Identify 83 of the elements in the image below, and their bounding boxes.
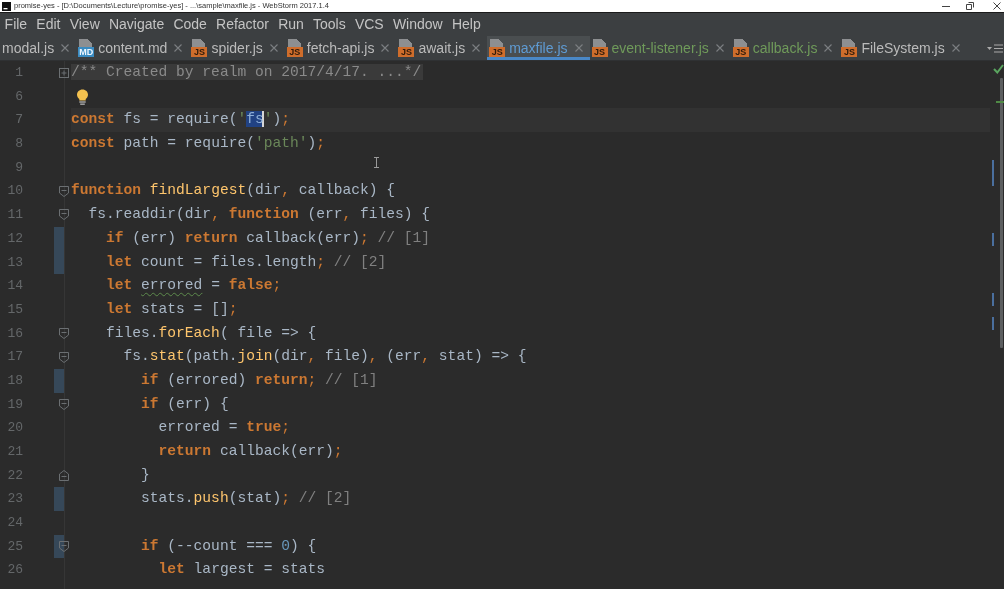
file-icon: JS	[489, 39, 506, 57]
fold-end-icon[interactable]	[59, 470, 69, 482]
line-number: 13	[7, 253, 23, 272]
editor-tab[interactable]: JS callback.js	[730, 36, 840, 60]
file-icon: JS	[732, 39, 749, 57]
menu-item[interactable]: Code	[168, 13, 212, 36]
fold-expand-icon[interactable]	[59, 67, 69, 78]
fold-collapse-icon[interactable]	[59, 541, 69, 553]
tab-list-icon[interactable]	[987, 43, 1003, 53]
code-line: if (errored) return; // [1]	[141, 370, 378, 390]
line-number: 18	[7, 371, 23, 390]
fold-collapse-icon[interactable]	[59, 209, 69, 221]
close-icon[interactable]	[993, 2, 1001, 10]
line-number: 12	[7, 229, 23, 248]
code-line: const path = require('path');	[71, 134, 325, 154]
line-number: 7	[15, 111, 23, 130]
line-number: 24	[7, 514, 23, 533]
line-number: 20	[7, 419, 23, 438]
menu-item[interactable]: Edit	[31, 13, 66, 36]
line-number: 19	[7, 395, 23, 414]
menu-item[interactable]: Navigate	[104, 13, 169, 36]
editor-tab[interactable]: JS FileSystem.js	[839, 36, 967, 60]
line-number: 6	[15, 87, 23, 106]
menu-item[interactable]: File	[0, 13, 32, 36]
code-line: errored = true;	[158, 418, 290, 438]
line-number: 1	[15, 64, 23, 82]
editor-tab[interactable]: JS spider.js	[189, 36, 285, 60]
restore-icon[interactable]	[966, 2, 974, 10]
code-line: let stats = [];	[106, 299, 238, 319]
code-line: }	[141, 465, 150, 485]
line-number: 23	[7, 490, 23, 509]
file-icon: JS	[398, 39, 415, 57]
menu-item[interactable]: Run	[273, 13, 309, 36]
file-icon: JS	[191, 39, 208, 57]
code-line: let errored = false;	[106, 276, 282, 296]
file-icon: JS	[591, 39, 608, 57]
lightbulb-icon[interactable]	[76, 88, 89, 105]
code-line: stats.push(stat); // [2]	[141, 489, 352, 509]
line-number: 21	[7, 443, 23, 461]
code-line: let count = files.length; // [2]	[106, 252, 387, 272]
line-number: 26	[7, 561, 23, 580]
menu-item[interactable]: View	[65, 13, 105, 36]
fold-collapse-icon[interactable]	[59, 327, 69, 339]
editor-tab[interactable]: MD content.md	[76, 36, 190, 60]
code-line: files.forEach( file => {	[106, 323, 317, 343]
code-line: if (err) {	[141, 394, 229, 414]
text-cursor-icon	[374, 157, 379, 168]
menu-item[interactable]: Help	[447, 13, 486, 36]
code-line: if (err) return callback(err); // [1]	[106, 228, 431, 248]
fold-collapse-icon[interactable]	[59, 351, 69, 363]
fold-collapse-icon[interactable]	[59, 185, 69, 197]
code-line: let largest = stats	[158, 560, 325, 580]
menu-item[interactable]: Window	[388, 13, 448, 36]
minimize-icon[interactable]	[942, 5, 950, 7]
menu-item[interactable]: Refactor	[211, 13, 274, 36]
check-icon[interactable]	[993, 64, 1004, 74]
menu-item[interactable]: VCS	[350, 13, 389, 36]
line-number: 25	[7, 537, 23, 556]
line-number: 9	[15, 158, 23, 177]
code-line: fs.readdir(dir, function (err, files) {	[88, 205, 431, 225]
line-number: 16	[7, 324, 23, 343]
menu-item[interactable]: Tools	[308, 13, 351, 36]
code-line: function findLargest(dir, callback) {	[71, 181, 396, 201]
line-number: 8	[15, 135, 23, 154]
line-number: 14	[7, 277, 23, 296]
file-icon: MD	[78, 39, 95, 57]
editor-tab[interactable]: JS maxfile.js	[487, 36, 590, 60]
line-number: 22	[7, 466, 23, 485]
line-number: 11	[7, 206, 23, 225]
line-number: 17	[7, 348, 23, 367]
code-line: fs.stat(path.join(dir, file), (err, stat) => {	[123, 347, 527, 367]
editor-tab[interactable]: JS await.js	[396, 36, 488, 60]
scrollbar-thumb[interactable]	[1000, 78, 1003, 348]
file-icon: JS	[286, 39, 303, 57]
fold-collapse-icon[interactable]	[59, 398, 69, 410]
line-number: 10	[7, 182, 23, 201]
code-line: return callback(err);	[158, 442, 343, 461]
file-icon: JS	[841, 39, 858, 57]
editor-tab[interactable]: JS fetch-api.js	[284, 36, 397, 60]
line-number: 15	[7, 300, 23, 319]
editor-tab[interactable]: JS event-listener.js	[589, 36, 731, 60]
code-line: if (--count === 0) {	[141, 536, 317, 556]
editor-tab[interactable]: modal.js	[0, 36, 77, 60]
